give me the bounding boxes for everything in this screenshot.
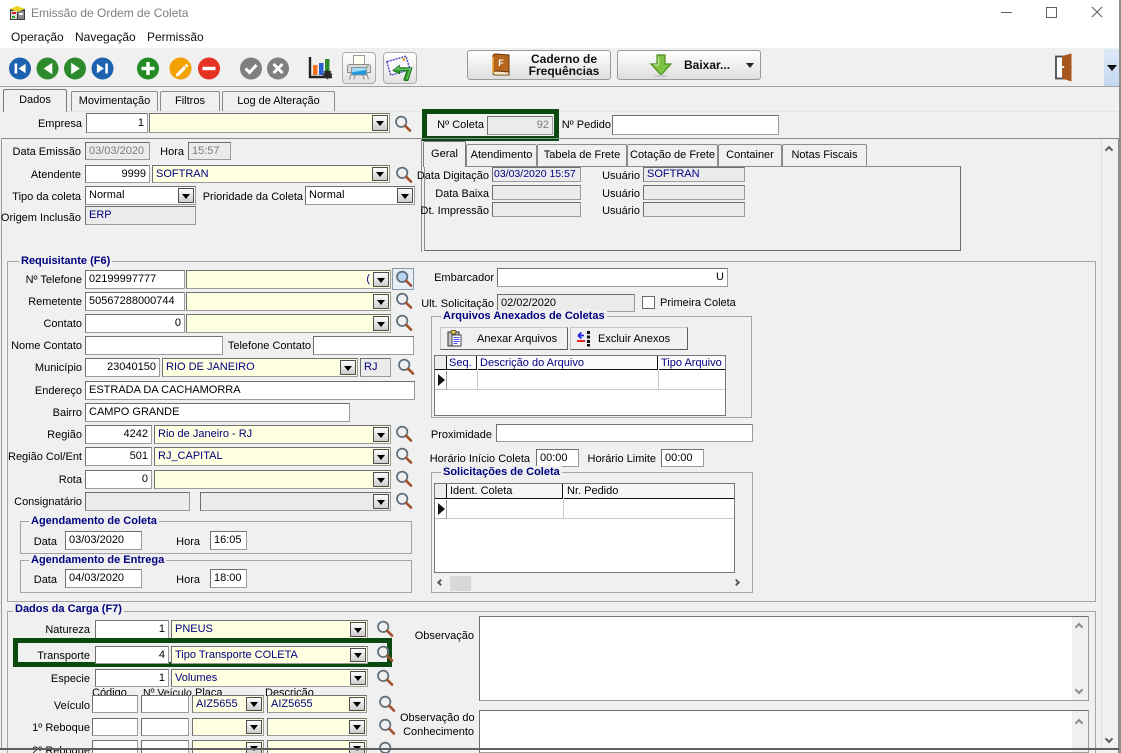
svg-text:F: F xyxy=(498,58,504,68)
